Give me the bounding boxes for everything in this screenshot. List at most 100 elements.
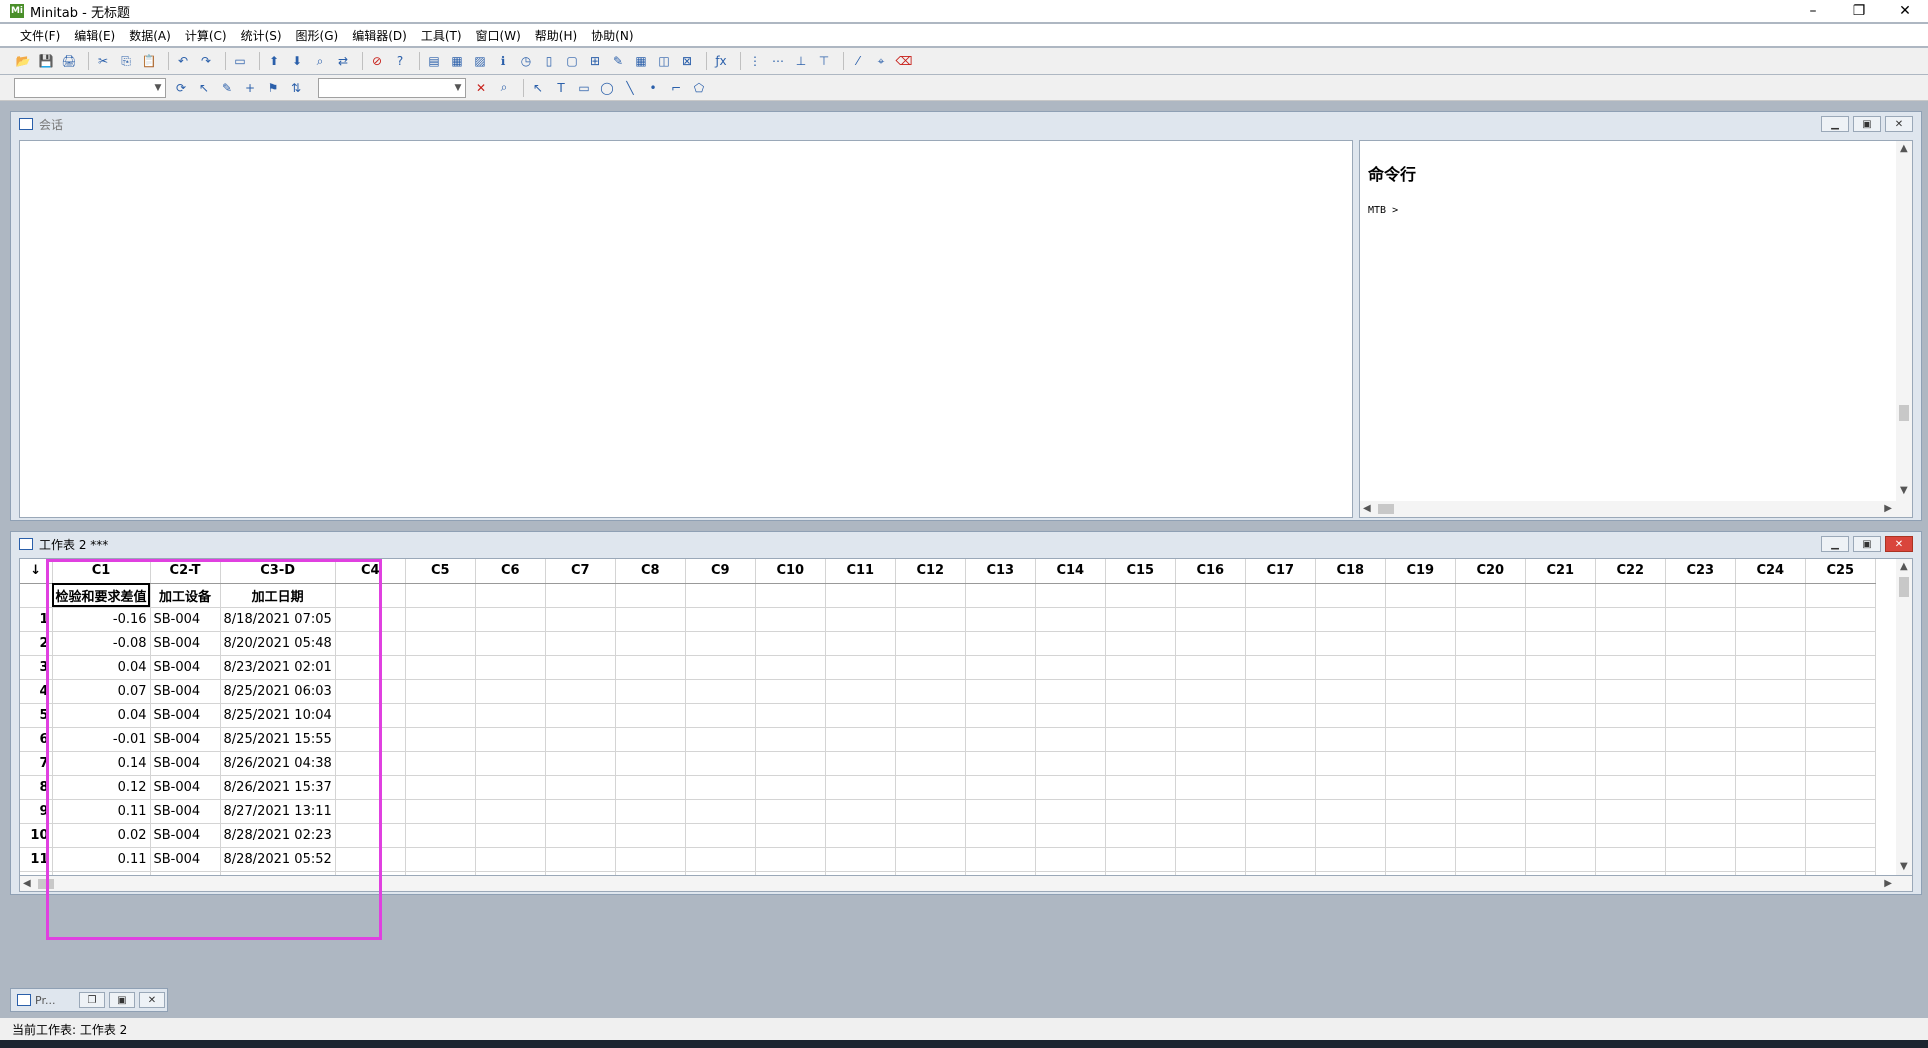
data-cell[interactable] [1035, 847, 1106, 872]
refresh-icon[interactable]: ⟳ [172, 79, 190, 97]
graph-icon[interactable]: ▨ [471, 52, 489, 70]
data-cell[interactable] [1665, 847, 1736, 872]
data-cell[interactable] [685, 727, 756, 752]
point-icon[interactable]: • [644, 79, 662, 97]
layout-icon[interactable]: ⊞ [586, 52, 604, 70]
data-cell[interactable] [1595, 703, 1666, 728]
menu-item[interactable]: 编辑器(D) [352, 27, 407, 44]
column-header[interactable]: C22 [1595, 559, 1666, 584]
menu-item[interactable]: 帮助(H) [535, 27, 577, 44]
data-cell[interactable] [1245, 751, 1316, 776]
data-cell[interactable] [755, 607, 826, 632]
data-cell[interactable] [1665, 679, 1736, 704]
data-cell[interactable] [1175, 703, 1246, 728]
new-worksheet-icon[interactable]: ▢ [563, 52, 581, 70]
data-cell[interactable] [825, 655, 896, 680]
polyline-icon[interactable]: ⌐ [667, 79, 685, 97]
data-cell[interactable] [825, 799, 896, 824]
data-cell[interactable] [755, 751, 826, 776]
data-cell[interactable] [335, 679, 406, 704]
data-cell[interactable] [1385, 655, 1456, 680]
data-cell[interactable] [1595, 607, 1666, 632]
column-header[interactable]: C17 [1245, 559, 1316, 584]
data-cell[interactable] [1385, 823, 1456, 848]
scroll-thumb[interactable] [1899, 577, 1909, 597]
data-cell[interactable] [685, 775, 756, 800]
data-cell[interactable] [1035, 823, 1106, 848]
data-cell[interactable] [1455, 631, 1526, 656]
data-cell[interactable] [1315, 607, 1386, 632]
data-cell[interactable] [1175, 679, 1246, 704]
column-name-cell[interactable] [1175, 583, 1246, 608]
data-cell[interactable]: 8/18/2021 07:05 [220, 607, 336, 632]
restore-button[interactable]: ❐ [1836, 0, 1882, 22]
data-cell[interactable] [1805, 631, 1876, 656]
data-cell[interactable] [755, 631, 826, 656]
data-cell[interactable] [405, 679, 476, 704]
data-cell[interactable] [1595, 631, 1666, 656]
row-header[interactable]: 5 [20, 703, 53, 728]
data-cell[interactable] [1735, 607, 1806, 632]
crosshair-icon[interactable]: ⌖ [872, 52, 890, 70]
column-header[interactable]: C13 [965, 559, 1036, 584]
data-cell[interactable] [1175, 655, 1246, 680]
save-icon[interactable]: 💾 [37, 52, 55, 70]
data-cell[interactable] [1665, 775, 1736, 800]
flag-icon[interactable]: ⚑ [264, 79, 282, 97]
session-maximize-button[interactable]: ▣ [1853, 116, 1881, 132]
tool-d-icon[interactable]: ⊤ [815, 52, 833, 70]
column-header[interactable]: C10 [755, 559, 826, 584]
column-header[interactable]: C19 [1385, 559, 1456, 584]
data-cell[interactable] [615, 823, 686, 848]
worksheet-close-button[interactable]: ✕ [1885, 536, 1913, 552]
data-cell[interactable]: 8/25/2021 15:55 [220, 727, 336, 752]
command-horizontal-scrollbar[interactable]: ◀ ▶ [1360, 501, 1912, 517]
column-name-cell[interactable] [405, 583, 476, 608]
column-name-cell[interactable] [1525, 583, 1596, 608]
column-name-cell[interactable] [1665, 583, 1736, 608]
row-header[interactable]: 8 [20, 775, 53, 800]
data-cell[interactable] [965, 847, 1036, 872]
data-cell[interactable] [1245, 799, 1316, 824]
data-cell[interactable] [475, 847, 546, 872]
data-cell[interactable] [1175, 727, 1246, 752]
data-cell[interactable] [1525, 751, 1596, 776]
data-cell[interactable] [965, 799, 1036, 824]
minimized-maximize-button[interactable]: ▣ [109, 992, 135, 1008]
corner-cell[interactable]: ↓ [20, 559, 53, 584]
data-cell[interactable] [475, 823, 546, 848]
data-cell[interactable] [1525, 607, 1596, 632]
data-cell[interactable] [1175, 799, 1246, 824]
redo-icon[interactable]: ↷ [197, 52, 215, 70]
data-cell[interactable] [405, 703, 476, 728]
data-cell[interactable] [545, 847, 616, 872]
data-cell[interactable]: SB-004 [150, 775, 221, 800]
data-cell[interactable] [1035, 655, 1106, 680]
data-cell[interactable] [1315, 679, 1386, 704]
data-cell[interactable] [405, 847, 476, 872]
data-cell[interactable] [825, 679, 896, 704]
data-cell[interactable] [1245, 607, 1316, 632]
worksheet-horizontal-scrollbar[interactable]: ◀ ▶ [19, 876, 1913, 892]
column-name-cell[interactable]: 检验和要求差值 [52, 583, 151, 608]
data-cell[interactable] [1735, 823, 1806, 848]
table-icon[interactable]: ▦ [632, 52, 650, 70]
data-cell[interactable] [1805, 775, 1876, 800]
brush-icon[interactable]: ⁄ [849, 52, 867, 70]
data-cell[interactable]: 0.02 [52, 823, 151, 848]
data-cell[interactable] [685, 799, 756, 824]
column-header[interactable]: C4 [335, 559, 406, 584]
column-header[interactable]: C18 [1315, 559, 1386, 584]
data-cell[interactable] [825, 847, 896, 872]
report-icon[interactable]: ▯ [540, 52, 558, 70]
column-name-cell[interactable] [1595, 583, 1666, 608]
data-cell[interactable]: 8/26/2021 15:37 [220, 775, 336, 800]
scroll-thumb[interactable] [38, 879, 54, 889]
data-cell[interactable] [895, 655, 966, 680]
column-name-cell[interactable] [1385, 583, 1456, 608]
data-cell[interactable] [1665, 703, 1736, 728]
data-cell[interactable]: 0.04 [52, 703, 151, 728]
row-header[interactable]: 6 [20, 727, 53, 752]
data-cell[interactable] [1105, 679, 1176, 704]
data-cell[interactable] [685, 751, 756, 776]
